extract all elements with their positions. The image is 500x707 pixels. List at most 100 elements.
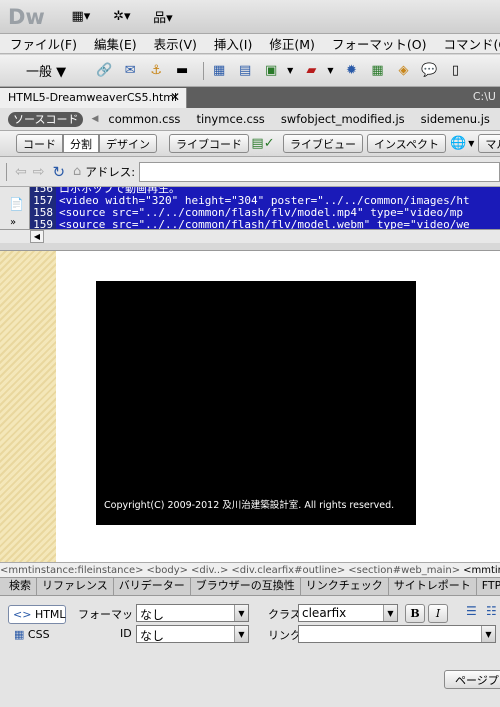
class-label: クラス (268, 608, 301, 621)
inspect-button[interactable]: インスペクト (367, 134, 447, 153)
scroll-left-arrow-icon[interactable]: ◀ (30, 230, 44, 243)
link-input[interactable]: ▼ (298, 625, 496, 643)
page-properties-button[interactable]: ページプ (444, 670, 500, 689)
ordered-list-icon[interactable]: ☷ (486, 604, 497, 618)
source-code-button[interactable]: ソースコード (8, 111, 84, 127)
home-icon[interactable]: ⌂ (73, 164, 81, 179)
chevron-down-icon: ▼ (481, 626, 495, 642)
expand-icon[interactable]: » (10, 217, 16, 228)
results-panel-tabs: 検索 リファレンス バリデーター ブラウザーの互換性 リンクチェック サイトレポート FTP… (0, 577, 500, 596)
code-text: <video width="320" height="304" poster="… (56, 195, 500, 207)
italic-button[interactable]: I (428, 604, 448, 623)
tag-div-outline[interactable]: <div.clearfix#outline> (231, 565, 345, 576)
image-dropdown-icon[interactable]: ▼ (287, 66, 293, 75)
horizontal-rule-icon[interactable]: ▬ (172, 62, 192, 80)
forward-arrow-icon[interactable]: ⇨ (33, 164, 45, 180)
close-icon[interactable]: ✕ (170, 88, 180, 107)
tab-ftp-log[interactable]: FTP ログ (477, 578, 500, 595)
address-input[interactable] (139, 161, 500, 182)
insert-category-select[interactable]: 一般 ▼ (26, 61, 66, 80)
code-view-pane[interactable]: 📄 » 156 ロボホップで動画再生。 157 <video width="320"… (0, 187, 500, 243)
document-tab-bar: HTML5-DreamweaverCS5.html ✕ C:\U (0, 87, 500, 108)
refresh-icon[interactable]: ↻ (52, 163, 65, 181)
image-icon[interactable]: ▣ (261, 62, 281, 80)
tag-div[interactable]: <div..> (191, 565, 228, 576)
menu-edit[interactable]: 編集(E) (94, 34, 137, 53)
tag-mmtinstance-selected[interactable]: <mmtinstance (463, 565, 500, 576)
format-select[interactable]: なし ▼ (136, 604, 249, 622)
live-view-button[interactable]: ライブビュー (283, 134, 363, 153)
id-select[interactable]: なし ▼ (136, 625, 249, 643)
table-icon[interactable]: ▦ (209, 62, 229, 80)
code-text: ロボホップで動画再生。 (56, 187, 500, 195)
copyright-text: Copyright(C) 2009-2012 及川治建築設計室. All rig… (104, 500, 395, 511)
app-bar: Dw ▦▾ ✲▾ 品▾ (0, 0, 500, 34)
globe-icon[interactable]: 🌐 (450, 135, 466, 153)
menu-insert[interactable]: 挿入(I) (214, 34, 252, 53)
open-documents-icon[interactable]: 📄 (9, 197, 24, 211)
unordered-list-icon[interactable]: ☰ (466, 604, 477, 618)
menu-file[interactable]: ファイル(F) (10, 34, 77, 53)
id-value: なし (140, 629, 165, 643)
comment-icon[interactable]: 💬 (419, 62, 439, 80)
live-code-button[interactable]: ライブコード (169, 134, 249, 153)
menu-modify[interactable]: 修正(M) (269, 34, 315, 53)
related-file-swfobject-js[interactable]: swfobject_modified.js (281, 112, 405, 126)
related-file-tinymce-css[interactable]: tinymce.css (196, 112, 264, 126)
named-anchor-icon[interactable]: ⚓ (146, 62, 166, 80)
css-icon: ▦ (14, 628, 25, 641)
id-label: ID (120, 627, 132, 640)
chevron-down-icon: ▼ (234, 605, 248, 621)
site-icon[interactable]: 品▾ (149, 8, 177, 26)
tab-link-check[interactable]: リンクチェック (301, 578, 389, 595)
class-select[interactable]: clearfix ▼ (298, 604, 398, 622)
code-gutter-tools: 📄 » (0, 187, 30, 229)
head-icon[interactable]: ▯ (445, 62, 465, 80)
gear-icon[interactable]: ✲▾ (107, 8, 137, 26)
html-mode-button[interactable]: <> HTML (8, 605, 66, 624)
multiscreen-button[interactable]: マルチ (478, 134, 500, 153)
browser-navigation-bar: ⇦ ⇨ ↻ ⌂ アドレス: (0, 157, 500, 187)
format-value: なし (140, 608, 165, 622)
tag-mmtinstance[interactable]: <mmtinstance:fileinstance> (0, 565, 144, 576)
hyperlink-icon[interactable]: 🔗 (94, 62, 114, 80)
video-element[interactable]: Copyright(C) 2009-2012 及川治建築設計室. All rig… (96, 281, 416, 525)
tag-section-web-main[interactable]: <section#web_main> (348, 565, 460, 576)
code-text: <source src="../../common/flash/flv/mode… (56, 207, 500, 219)
design-view-pane[interactable]: Copyright(C) 2009-2012 及川治建築設計室. All rig… (0, 251, 500, 562)
split-view-button[interactable]: 分割 (63, 134, 99, 153)
code-view-button[interactable]: コード (16, 134, 63, 153)
menu-format[interactable]: フォーマット(O) (332, 34, 427, 53)
document-tab[interactable]: HTML5-DreamweaverCS5.html ✕ (0, 88, 187, 108)
css-label: CSS (27, 628, 50, 641)
media-dropdown-icon[interactable]: ▼ (327, 66, 333, 75)
tab-site-report[interactable]: サイトレポート (389, 578, 477, 595)
server-side-include-icon[interactable]: ◈ (393, 62, 413, 80)
code-horizontal-scrollbar[interactable]: ◀ (0, 229, 500, 243)
globe-dropdown-icon[interactable]: ▼ (468, 139, 474, 148)
email-link-icon[interactable]: ✉ (120, 62, 140, 80)
tab-search[interactable]: 検索 (4, 578, 37, 595)
div-icon[interactable]: ▤ (235, 62, 255, 80)
menu-bar: ファイル(F) 編集(E) 表示(V) 挿入(I) 修正(M) フォーマット(O… (0, 34, 500, 54)
design-view-button[interactable]: デザイン (99, 134, 157, 153)
tag-body[interactable]: <body> (147, 565, 189, 576)
menu-view[interactable]: 表示(V) (154, 34, 197, 53)
split-divider[interactable] (0, 243, 500, 251)
check-browser-compat-icon[interactable]: ▤✓ (251, 135, 274, 153)
menu-commands[interactable]: コマンド(C) (444, 34, 500, 53)
tab-validator[interactable]: バリデーター (114, 578, 191, 595)
css-mode-button[interactable]: ▦ CSS (14, 628, 50, 641)
chevron-down-icon: ▼ (383, 605, 397, 621)
tab-browser-compat[interactable]: ブラウザーの互換性 (191, 578, 301, 595)
related-file-sidemenu-js[interactable]: sidemenu.js (421, 112, 490, 126)
related-file-common-css[interactable]: common.css (108, 112, 180, 126)
layout-icon[interactable]: ▦▾ (67, 8, 95, 26)
date-icon[interactable]: ▦ (367, 62, 387, 80)
media-icon[interactable]: ▰ (301, 62, 321, 80)
class-value: clearfix (302, 606, 347, 620)
back-arrow-icon[interactable]: ⇦ (15, 164, 27, 180)
widget-icon[interactable]: ✹ (341, 62, 361, 80)
bold-button[interactable]: B (405, 604, 425, 623)
tab-reference[interactable]: リファレンス (37, 578, 114, 595)
